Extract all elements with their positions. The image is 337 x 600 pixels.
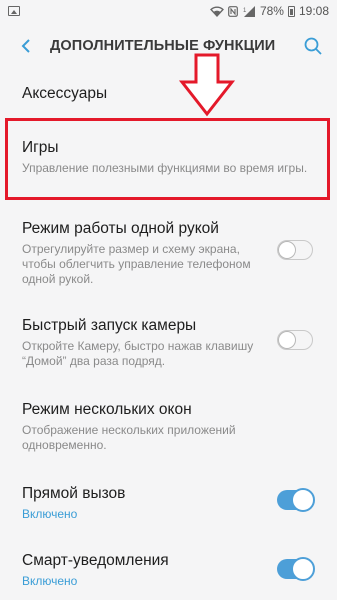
back-button[interactable] — [14, 34, 38, 58]
page-title: ДОПОЛНИТЕЛЬНЫЕ ФУНКЦИИ — [50, 38, 276, 54]
chevron-left-icon — [21, 39, 30, 53]
search-button[interactable] — [301, 34, 325, 58]
nfc-icon — [228, 5, 238, 17]
item-subtitle: Отрегулируйте размер и схему экрана, что… — [22, 242, 251, 286]
battery-icon — [287, 5, 295, 17]
toggle-knob — [291, 488, 315, 512]
app-bar: ДОПОЛНИТЕЛЬНЫЕ ФУНКЦИИ — [0, 22, 337, 70]
item-title: Режим нескольких окон — [22, 401, 192, 418]
item-title: Аксессуары — [22, 85, 108, 102]
toggle-knob — [277, 240, 296, 259]
smart-alert-toggle[interactable] — [277, 557, 315, 581]
item-title: Быстрый запуск камеры — [22, 317, 197, 334]
item-title: Прямой вызов — [22, 485, 126, 502]
item-title: Смарт-уведомления — [22, 552, 169, 569]
highlight-frame — [5, 118, 330, 200]
one-hand-mode-toggle[interactable] — [277, 240, 313, 260]
battery-percent: 78% — [259, 4, 284, 18]
list-item-multi-window[interactable]: Режим нескольких окон Отображение нескол… — [0, 400, 337, 453]
item-title: Режим работы одной рукой — [22, 220, 219, 237]
item-status: Включено — [22, 574, 78, 588]
item-subtitle: Отображение нескольких приложений одновр… — [22, 423, 236, 452]
svg-text:1: 1 — [243, 8, 247, 14]
search-icon — [304, 37, 322, 55]
status-bar: 1 78% 19:08 — [0, 0, 337, 22]
toggle-knob — [291, 557, 315, 581]
quick-camera-toggle[interactable] — [277, 330, 313, 350]
gallery-notification-icon — [8, 6, 20, 16]
sim-signal-icon: 1 — [243, 5, 255, 17]
item-subtitle: Откройте Камеру, быстро нажав клавишу “Д… — [22, 339, 254, 368]
list-item-accessories[interactable]: Аксессуары — [0, 84, 337, 104]
direct-call-toggle[interactable] — [277, 488, 315, 512]
clock: 19:08 — [298, 4, 329, 18]
item-status: Включено — [22, 507, 78, 521]
wifi-icon — [210, 6, 224, 17]
toggle-knob — [277, 330, 296, 349]
